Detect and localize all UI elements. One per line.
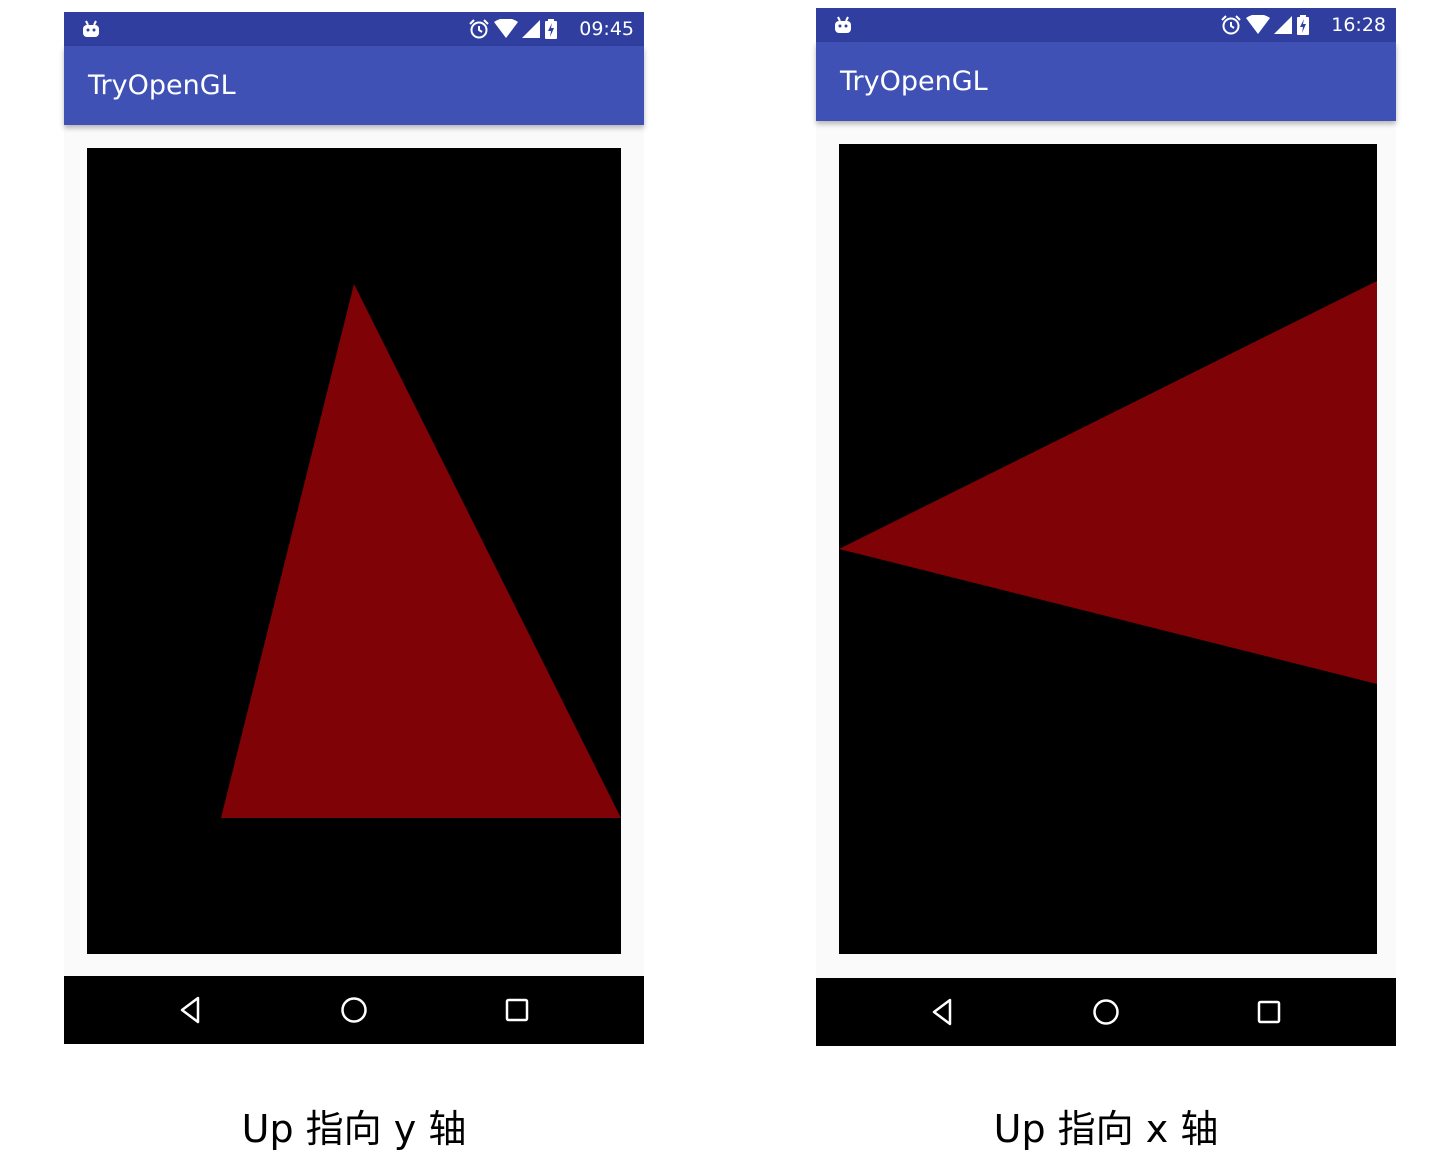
opengl-canvas xyxy=(839,281,1377,684)
wifi-icon xyxy=(494,19,518,38)
opengl-canvas xyxy=(221,284,621,818)
nav-bar xyxy=(64,976,644,1044)
red-triangle xyxy=(221,284,621,818)
phone-screen-up-y: 09:45 TryOpenGL xyxy=(64,12,644,1044)
caption-up-x: Up 指向 x 轴 xyxy=(993,1107,1219,1151)
recents-icon[interactable] xyxy=(1253,996,1285,1028)
wifi-icon xyxy=(1246,15,1270,34)
app-title: TryOpenGL xyxy=(88,70,236,101)
nav-bar xyxy=(816,978,1396,1046)
status-bar: 09:45 xyxy=(64,12,644,46)
status-icons xyxy=(1220,15,1310,35)
phone-screen-up-x: 16:28 TryOpenGL xyxy=(816,8,1396,1046)
status-bar: 16:28 xyxy=(816,8,1396,42)
battery-charging-icon xyxy=(545,19,557,39)
cell-signal-icon xyxy=(1274,16,1292,34)
recents-icon[interactable] xyxy=(501,994,533,1026)
back-icon[interactable] xyxy=(927,996,959,1028)
app-title: TryOpenGL xyxy=(840,66,988,97)
android-debug-icon xyxy=(83,20,99,37)
status-icons xyxy=(468,19,558,39)
back-icon[interactable] xyxy=(175,994,207,1026)
cell-signal-icon xyxy=(522,20,540,38)
app-bar: TryOpenGL xyxy=(64,46,644,125)
status-time: 09:45 xyxy=(579,18,634,40)
alarm-icon xyxy=(469,19,489,39)
battery-charging-icon xyxy=(1297,15,1309,35)
red-triangle xyxy=(839,281,1377,684)
caption-up-y: Up 指向 y 轴 xyxy=(241,1107,467,1151)
app-bar: TryOpenGL xyxy=(816,42,1396,121)
opengl-surface-view[interactable] xyxy=(87,148,621,954)
opengl-surface-view[interactable] xyxy=(839,144,1377,954)
home-icon[interactable] xyxy=(1090,996,1122,1028)
home-icon[interactable] xyxy=(338,994,370,1026)
android-debug-icon xyxy=(835,16,851,33)
status-time: 16:28 xyxy=(1331,14,1386,36)
alarm-icon xyxy=(1221,15,1241,35)
